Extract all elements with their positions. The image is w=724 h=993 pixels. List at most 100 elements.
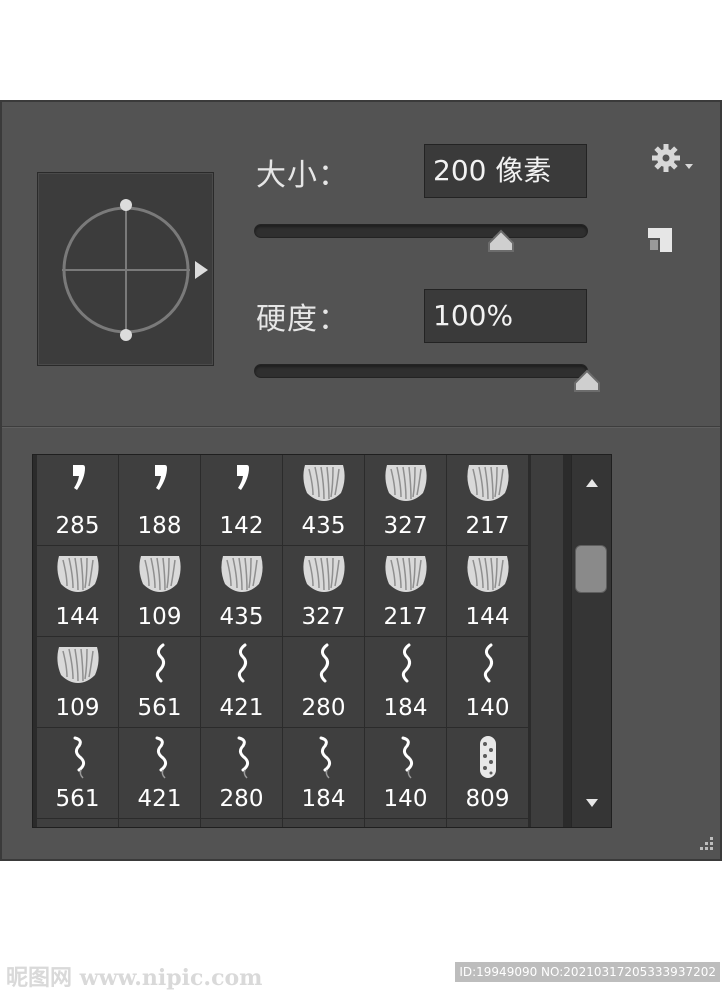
gear-icon[interactable] [650, 142, 698, 176]
scrollbar-thumb[interactable] [575, 545, 607, 593]
brush-tip-wave2-icon [379, 732, 433, 780]
brush-tip-wave2-icon [51, 732, 105, 780]
brush-preset-item[interactable]: 144 [37, 546, 119, 637]
brush-size-label: 421 [219, 695, 264, 721]
brush-tip-wave-icon [215, 641, 269, 689]
brush-preset-item[interactable]: 140 [365, 728, 447, 819]
brush-preset-item[interactable]: 327 [365, 455, 447, 546]
brush-preset-item[interactable]: 142 [201, 455, 283, 546]
brush-preset-item[interactable]: 217 [365, 546, 447, 637]
size-slider[interactable] [254, 224, 588, 252]
brush-preset-item[interactable]: 561 [37, 728, 119, 819]
brush-tip-hair-icon [379, 550, 433, 598]
size-input[interactable]: 200 像素 [424, 144, 587, 198]
hardness-label: 硬度： [256, 302, 349, 337]
brush-preset-item[interactable] [201, 819, 283, 827]
watermark-right: ID:19949090 NO:20210317205333937202 [455, 962, 720, 982]
brush-preset-item[interactable]: 140 [447, 637, 529, 728]
brush-tip-hair-icon [461, 550, 515, 598]
brush-size-label: 435 [301, 513, 346, 539]
brush-preset-item[interactable] [119, 819, 201, 827]
brush-size-label: 140 [465, 695, 510, 721]
brush-preset-item[interactable]: 280 [283, 637, 365, 728]
brush-size-label: 184 [301, 786, 346, 812]
brush-size-label: 327 [383, 513, 428, 539]
brush-size-label: 144 [55, 604, 100, 630]
brush-tip-wave-icon [461, 641, 515, 689]
brush-preset-item[interactable]: 285 [37, 455, 119, 546]
triangle-down-icon[interactable] [572, 787, 611, 817]
brush-size-label: 217 [465, 513, 510, 539]
brush-size-label: 184 [383, 695, 428, 721]
brush-tip-hair-icon [297, 550, 351, 598]
brush-size-label: 285 [55, 513, 100, 539]
brush-tip-wave-icon [133, 641, 187, 689]
brush-preset-item[interactable]: 184 [283, 728, 365, 819]
brush-preset-item[interactable]: 109 [37, 637, 119, 728]
hardness-slider[interactable] [254, 364, 600, 392]
brush-size-label: 421 [137, 786, 182, 812]
brush-size-label: 809 [465, 786, 510, 812]
watermark-left: 昵图网 www.nipic.com [6, 965, 263, 991]
brush-tip-wave-icon [379, 641, 433, 689]
brush-preset-item[interactable]: 280 [201, 728, 283, 819]
brush-size-label: 280 [301, 695, 346, 721]
brush-preset-item[interactable] [283, 819, 365, 827]
brush-tip-wave2-icon [297, 732, 351, 780]
brush-grid: 285 188 142 435 327 217 144 109 435 327 217 144 109 5… [37, 455, 531, 827]
brush-preset-item[interactable]: 561 [119, 637, 201, 728]
brush-preset-item[interactable]: 109 [119, 546, 201, 637]
brush-size-label: 144 [465, 604, 510, 630]
section-divider [2, 426, 720, 428]
brush-size-label: 280 [219, 786, 264, 812]
brush-tip-wave-icon [297, 641, 351, 689]
brush-tip-hair-icon [215, 550, 269, 598]
brush-tip-hair-icon [51, 641, 105, 689]
resize-grip-icon[interactable] [694, 833, 714, 853]
brush-tip-hair-icon [133, 550, 187, 598]
brush-tip-hair-icon [51, 550, 105, 598]
brush-size-label: 217 [383, 604, 428, 630]
brush-preset-item[interactable]: 188 [119, 455, 201, 546]
brush-preset-panel: 大小： 200 像素 硬度： 100% 285 188 142 435 327 … [0, 100, 722, 861]
hardness-input[interactable]: 100% [424, 289, 587, 343]
brush-preset-item[interactable]: 809 [447, 728, 529, 819]
brush-preset-item[interactable]: 184 [365, 637, 447, 728]
brush-tip-wave2-icon [215, 732, 269, 780]
brush-tip-wave2-icon [133, 732, 187, 780]
brush-preset-item[interactable]: 435 [283, 455, 365, 546]
brush-size-label: 140 [383, 786, 428, 812]
brush-preset-item[interactable]: 144 [447, 546, 529, 637]
brush-preset-item[interactable]: 217 [447, 455, 529, 546]
new-preset-icon[interactable] [646, 226, 674, 254]
brush-preset-list: 285 188 142 435 327 217 144 109 435 327 217 144 109 5… [32, 454, 612, 828]
grid-empty-column [531, 455, 563, 827]
brush-preset-item[interactable] [365, 819, 447, 827]
brush-preset-item[interactable]: 327 [283, 546, 365, 637]
brush-tip-hair-icon [461, 459, 515, 507]
brush-preset-item[interactable]: 421 [119, 728, 201, 819]
brush-preset-item[interactable] [447, 819, 529, 827]
brush-tip-comma-icon [215, 459, 269, 507]
brush-size-label: 142 [219, 513, 264, 539]
size-label: 大小： [256, 158, 349, 193]
brush-size-label: 435 [219, 604, 264, 630]
brush-tip-hair-icon [379, 459, 433, 507]
scrollbar[interactable] [571, 455, 611, 827]
brush-tip-comma-icon [133, 459, 187, 507]
brush-size-label: 561 [55, 786, 100, 812]
brush-size-label: 327 [301, 604, 346, 630]
brush-preset-item[interactable] [37, 819, 119, 827]
brush-size-label: 109 [137, 604, 182, 630]
brush-preset-item[interactable]: 421 [201, 637, 283, 728]
brush-size-label: 109 [55, 695, 100, 721]
brush-tip-hair-icon [297, 459, 351, 507]
stage: { "size": { "label": "大小：", "value": "20… [0, 0, 724, 993]
brush-preset-item[interactable]: 435 [201, 546, 283, 637]
brush-tip-bead-icon [461, 732, 515, 780]
brush-tip-comma-icon [51, 459, 105, 507]
brush-size-label: 188 [137, 513, 182, 539]
brush-size-label: 561 [137, 695, 182, 721]
brush-tip-preview[interactable] [37, 172, 214, 366]
triangle-up-icon[interactable] [572, 469, 611, 499]
